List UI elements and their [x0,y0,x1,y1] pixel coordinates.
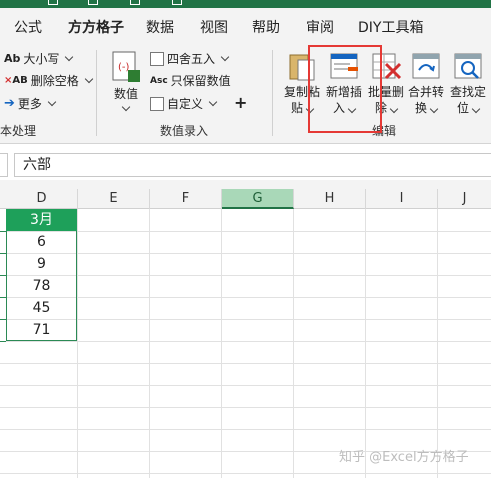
column-headers: D E F G H I J [0,189,491,209]
formula-input[interactable]: 六部 [14,153,491,177]
group-label-number: 数值录入 [160,124,209,138]
group-label-text: 本处理 [0,124,37,138]
ab-glyph: AB [12,75,28,86]
table-border [0,341,6,342]
remove-space-icon: ×AB [4,75,28,86]
table-cell[interactable]: 6 [6,231,77,253]
column-header-i[interactable]: I [366,189,438,209]
tab-fangfanggezi[interactable]: 方方格子 [68,17,124,37]
table-border [0,275,6,276]
grid-line [0,429,491,430]
tab-diy-toolbox[interactable]: DIY工具箱 [358,17,423,37]
grid-line [0,407,491,408]
grid-line [437,209,438,478]
more-label: 更多 [17,97,42,111]
round-label: 四舍五入 [167,52,216,66]
grid-line [0,341,491,342]
case-label: 大小写 [23,52,60,66]
arrow-right-icon: ➔ [4,96,15,111]
chevron-down-icon [389,104,399,114]
table-cell[interactable]: 45 [6,297,77,319]
quick-access-icon[interactable] [48,0,58,5]
column-header-j[interactable]: J [438,189,491,209]
table-border [0,253,6,254]
watermark: 知乎 @Excel方方格子 [339,450,469,465]
keep-values-label: 只保留数值 [170,74,231,88]
grid-line [221,209,222,478]
table-border [0,231,6,232]
chevron-down-icon [47,97,57,106]
group-divider [96,50,97,136]
table-border [0,319,6,320]
merge-convert-label-1: 合并转 [407,85,444,99]
table-header-cell[interactable]: 3月 [6,209,77,231]
grid-line [365,209,366,478]
ribbon: Ab 大小写 ×AB 删除空格 ➔ 更多 本处理 (-) 数值 四舍五入 Asc… [0,46,491,144]
pencil-icon [150,96,164,111]
column-header-d[interactable]: D [6,189,78,209]
title-bar [0,0,491,8]
formula-bar: 六部 [0,150,491,180]
find-locate-button[interactable]: 查找定 位 [448,50,488,116]
remove-spaces-button[interactable]: ×AB 删除空格 [4,72,94,89]
svg-text:(-): (-) [118,62,130,73]
more-button[interactable]: ➔ 更多 [4,95,57,112]
chevron-down-icon [208,97,218,106]
tab-view[interactable]: 视图 [200,17,228,37]
quick-access-icon[interactable] [88,0,98,5]
asc-icon: Asc [150,75,168,86]
highlight-box [308,45,382,133]
grid-line [0,363,491,364]
chevron-down-icon [471,104,481,114]
merge-convert-button[interactable]: 合并转 换 [406,50,446,116]
custom-button[interactable]: 自定义 [150,95,218,112]
merge-convert-label-2: 换 [414,101,427,115]
custom-label: 自定义 [167,97,204,111]
grid-line [0,385,491,386]
round-button[interactable]: 四舍五入 [150,50,230,67]
plus-icon[interactable]: + [234,93,247,112]
ribbon-tabs: 公式 方方格子 数据 视图 帮助 审阅 DIY工具箱 [0,8,491,53]
grid-line [0,473,491,474]
merge-convert-icon [412,53,440,79]
find-locate-label-2: 位 [456,101,469,115]
grid-line [293,209,294,478]
column-header-g[interactable]: G [222,189,294,209]
name-box[interactable] [0,153,8,177]
chevron-down-icon [84,74,94,83]
keep-values-button[interactable]: Asc 只保留数值 [150,72,231,89]
find-locate-label-1: 查找定 [449,85,486,99]
tab-review[interactable]: 审阅 [306,17,334,37]
quick-access-icon[interactable] [130,0,140,5]
chevron-down-icon [65,52,74,61]
table-cell[interactable]: 71 [6,319,77,341]
column-header-h[interactable]: H [294,189,366,209]
grid-line [149,209,150,478]
column-header-e[interactable]: E [78,189,150,209]
tab-formulas[interactable]: 公式 [14,17,42,37]
tab-data[interactable]: 数据 [146,17,174,37]
magnifier-icon [454,53,482,79]
grid-line [77,209,78,478]
round-icon [150,51,164,66]
remove-spaces-label: 删除空格 [30,74,79,88]
table-cell[interactable]: 78 [6,275,77,297]
copy-paste-label-2: 贴 [290,101,303,115]
group-divider [272,50,273,136]
numeric-label: 数值 [113,87,138,101]
quick-access-icon[interactable] [172,0,182,5]
table-cell[interactable]: 9 [6,253,77,275]
case-button[interactable]: Ab 大小写 [4,50,74,67]
ab-case-icon: Ab [4,52,21,65]
formula-gap [0,180,491,189]
chevron-down-icon [121,102,131,112]
tab-help[interactable]: 帮助 [252,17,280,37]
numeric-button[interactable]: (-) 数值 [106,50,146,112]
chevron-down-icon [220,52,230,61]
table-border [0,297,6,298]
column-header-f[interactable]: F [150,189,222,209]
sheet-grid[interactable]: 3月 6 9 78 45 71 [0,209,491,478]
numeric-icon: (-) [112,51,140,82]
chevron-down-icon [429,104,439,114]
